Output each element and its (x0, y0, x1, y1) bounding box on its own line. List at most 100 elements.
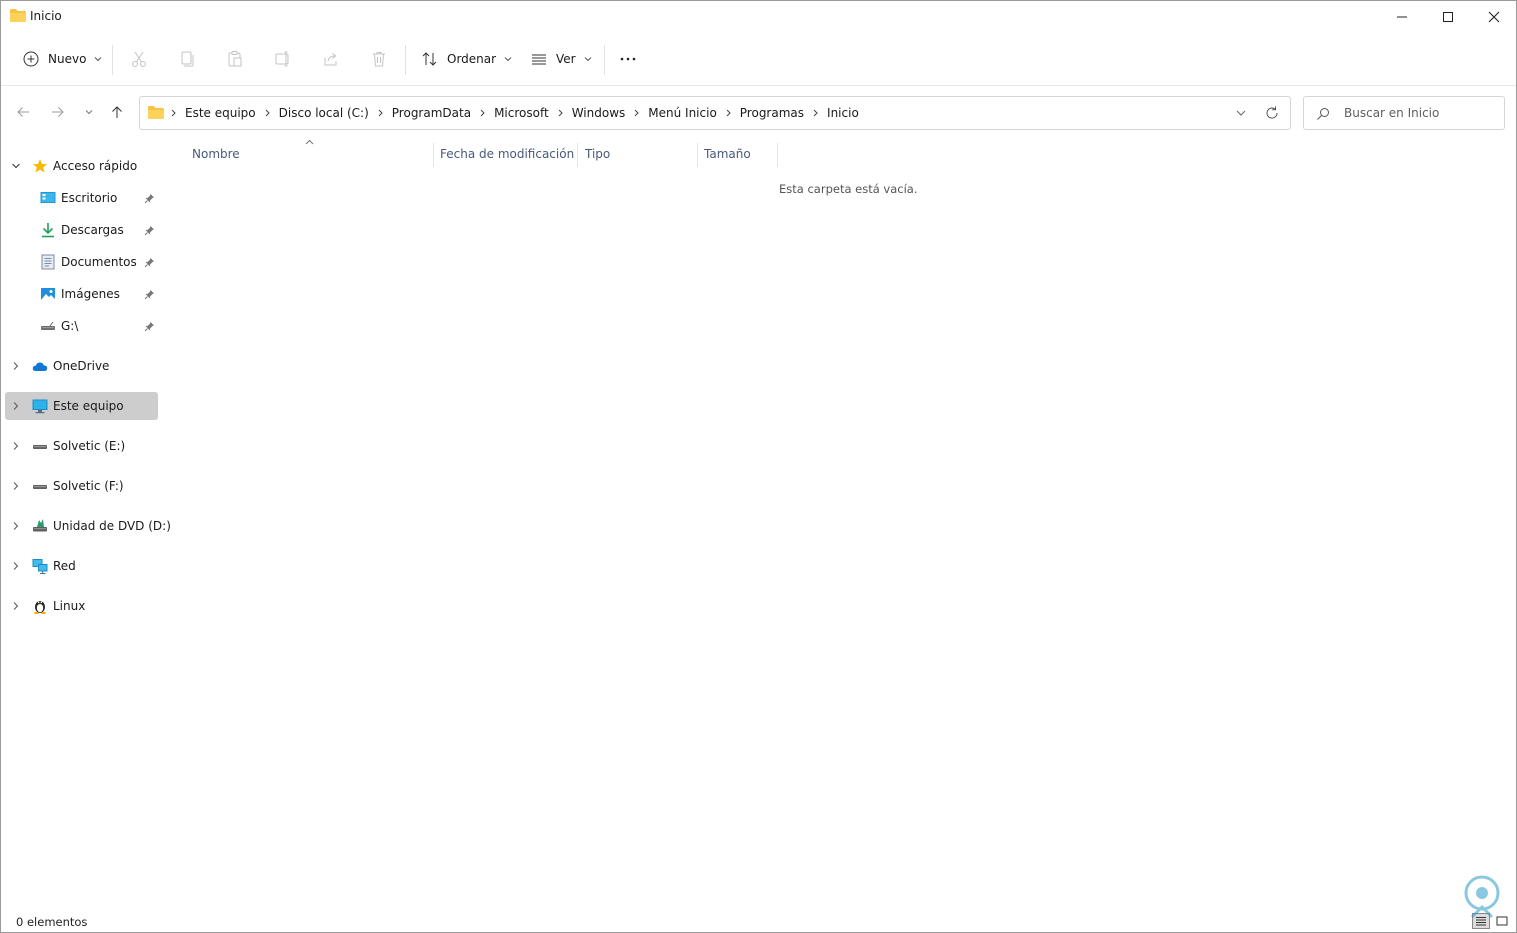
copy-button[interactable] (178, 45, 196, 73)
nav-item-network[interactable]: Red (5, 552, 158, 580)
view-button[interactable]: Ver (530, 45, 592, 73)
chevron-right-icon[interactable] (725, 109, 732, 117)
column-separator[interactable] (777, 143, 778, 167)
explorer-window: Inicio Nuevo Ordenar Ver Este equipo Dis… (0, 0, 1517, 933)
paste-button[interactable] (226, 45, 244, 73)
pin-icon[interactable] (144, 193, 155, 204)
pin-icon[interactable] (144, 257, 155, 268)
trash-icon (370, 50, 388, 68)
chevron-right-icon[interactable] (812, 109, 819, 117)
column-header-label: Fecha de modificación (440, 147, 575, 161)
chevron-right-icon[interactable] (479, 109, 486, 117)
rename-button[interactable] (274, 45, 292, 73)
nav-label: OneDrive (53, 359, 110, 373)
computer-icon (32, 399, 48, 414)
watermark-logo-icon (1464, 875, 1500, 919)
nav-item-dvd-d[interactable]: Unidad de DVD (D:) (5, 512, 171, 540)
network-icon (32, 559, 48, 574)
nav-item-onedrive[interactable]: OneDrive (5, 352, 158, 380)
back-button[interactable] (13, 102, 33, 122)
download-icon (42, 223, 54, 238)
nav-label: Este equipo (53, 399, 124, 413)
status-item-count: 0 elementos (16, 915, 88, 929)
search-input[interactable] (1344, 104, 1499, 122)
address-bar[interactable]: Este equipo Disco local (C:) ProgramData… (139, 96, 1291, 130)
minimize-button[interactable] (1379, 1, 1425, 33)
search-box[interactable] (1303, 96, 1505, 130)
nav-item-this-pc[interactable]: Este equipo (5, 392, 158, 420)
command-bar: Nuevo Ordenar Ver (1, 37, 1516, 81)
breadcrumb-item[interactable]: Menú Inicio (640, 106, 725, 120)
nav-item-linux[interactable]: Linux (5, 592, 158, 620)
pin-icon[interactable] (144, 225, 155, 236)
maximize-button[interactable] (1425, 1, 1471, 33)
chevron-right-icon[interactable] (377, 109, 384, 117)
clipboard-icon (226, 50, 244, 68)
nav-item-drive-g[interactable]: G:\ (5, 312, 158, 340)
arrow-right-icon (52, 107, 64, 117)
up-button[interactable] (107, 102, 127, 122)
breadcrumb-item[interactable]: Disco local (C:) (271, 106, 377, 120)
chevron-right-icon[interactable] (11, 481, 21, 491)
drive-icon (33, 445, 47, 449)
column-header-name[interactable]: Nombre (192, 141, 432, 167)
column-header-modified[interactable]: Fecha de modificación (440, 141, 576, 167)
column-separator[interactable] (433, 143, 434, 167)
pictures-icon (41, 288, 55, 300)
chevron-right-icon[interactable] (633, 109, 640, 117)
new-button[interactable]: Nuevo (22, 45, 102, 73)
new-button-label: Nuevo (48, 52, 87, 66)
column-header-label: Tipo (585, 147, 611, 161)
nav-item-downloads[interactable]: Descargas (5, 216, 158, 244)
arrow-up-icon (112, 106, 122, 118)
documents-icon (41, 254, 55, 270)
nav-item-solvetic-f[interactable]: Solvetic (F:) (5, 472, 158, 500)
arrow-left-icon (17, 107, 29, 117)
chevron-down-icon[interactable] (11, 161, 21, 171)
chevron-down-icon (504, 57, 512, 62)
delete-button[interactable] (370, 45, 388, 73)
nav-label: Escritorio (61, 191, 118, 205)
dvd-icon (33, 519, 47, 532)
column-separator[interactable] (697, 143, 698, 167)
nav-item-quick-access[interactable]: Acceso rápido (5, 152, 158, 180)
column-separator[interactable] (577, 143, 578, 167)
column-header-type[interactable]: Tipo (585, 141, 695, 167)
chevron-right-icon[interactable] (11, 521, 21, 531)
chevron-right-icon[interactable] (11, 401, 21, 411)
breadcrumb-item[interactable]: ProgramData (384, 106, 479, 120)
star-icon (32, 159, 48, 173)
folder-icon (148, 106, 164, 119)
nav-item-documents[interactable]: Documentos (5, 248, 158, 276)
share-button[interactable] (322, 45, 340, 73)
chevron-right-icon[interactable] (557, 109, 564, 117)
more-options-button[interactable] (619, 45, 637, 73)
breadcrumb-item[interactable]: Este equipo (177, 106, 264, 120)
close-icon (1488, 11, 1500, 23)
refresh-icon[interactable] (1264, 105, 1280, 121)
close-button[interactable] (1471, 1, 1516, 33)
nav-item-pictures[interactable]: Imágenes (5, 280, 158, 308)
chevron-right-icon[interactable] (11, 601, 21, 611)
recent-locations-button[interactable] (79, 102, 99, 122)
nav-item-desktop[interactable]: Escritorio (5, 184, 158, 212)
nav-item-solvetic-e[interactable]: Solvetic (E:) (5, 432, 158, 460)
chevron-right-icon[interactable] (11, 441, 21, 451)
breadcrumb-item[interactable]: Microsoft (486, 106, 557, 120)
nav-label: Imágenes (61, 287, 120, 301)
breadcrumb-item[interactable]: Programas (732, 106, 812, 120)
chevron-right-icon[interactable] (264, 109, 271, 117)
pin-icon[interactable] (144, 321, 155, 332)
chevron-down-icon[interactable] (1234, 106, 1248, 120)
breadcrumb-item[interactable]: Inicio (819, 106, 867, 120)
column-header-size[interactable]: Tamaño (704, 141, 776, 167)
forward-button[interactable] (48, 102, 68, 122)
cut-button[interactable] (130, 45, 148, 73)
search-icon (1317, 108, 1329, 120)
breadcrumb-item[interactable]: Windows (564, 106, 634, 120)
pin-icon[interactable] (144, 289, 155, 300)
maximize-icon (1443, 12, 1453, 22)
chevron-right-icon[interactable] (11, 361, 21, 371)
chevron-right-icon[interactable] (11, 561, 21, 571)
sort-button[interactable]: Ordenar (421, 45, 512, 73)
